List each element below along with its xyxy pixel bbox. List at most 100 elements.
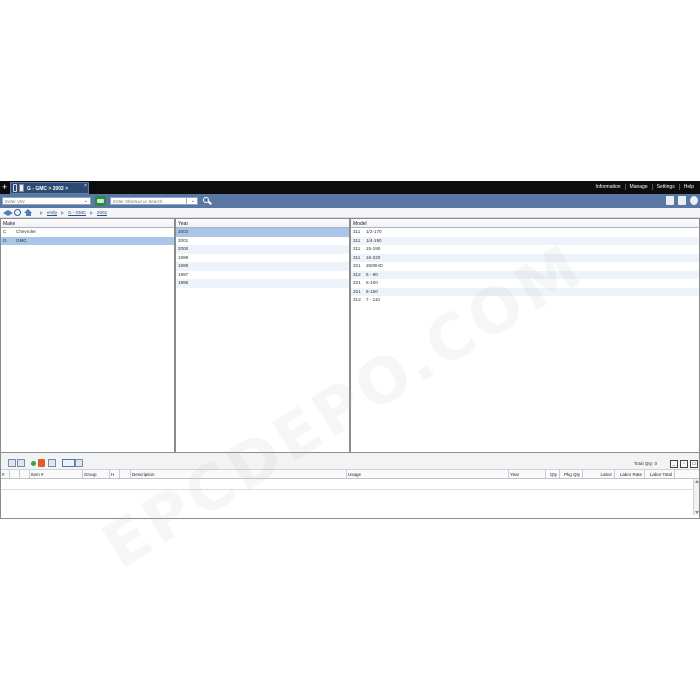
- panel-window-buttons: _ ▫ ▭: [670, 460, 698, 468]
- chevron-right-icon: [90, 210, 94, 215]
- col-labor[interactable]: Labor: [583, 470, 615, 478]
- col-description[interactable]: Description: [131, 470, 347, 478]
- add-icon[interactable]: [31, 461, 36, 466]
- model-name: 1/2-170: [366, 229, 382, 234]
- menu-help[interactable]: Help: [678, 184, 698, 190]
- col-item[interactable]: Item #: [30, 470, 83, 478]
- copy-icon[interactable]: [48, 459, 56, 467]
- search-toolbar: ⌄ ⌄: [0, 194, 700, 208]
- chevron-right-icon: [61, 210, 65, 215]
- make-name: Chevrolet: [16, 229, 36, 234]
- year-value: 2000: [178, 246, 189, 251]
- restore-icon[interactable]: ▫: [680, 460, 688, 468]
- delete-icon[interactable]: [38, 459, 45, 467]
- model-name: 6-150: [366, 288, 378, 294]
- scroll-up-icon[interactable]: [695, 480, 699, 483]
- list-item[interactable]: 1996: [176, 279, 349, 288]
- list-item[interactable]: 2001: [176, 237, 349, 246]
- list-item[interactable]: 321 6-100: [351, 279, 699, 288]
- col-group[interactable]: Group: [83, 470, 110, 478]
- breadcrumb-item[interactable]: emfp: [47, 210, 57, 215]
- vehicle-select-icon[interactable]: [95, 196, 106, 206]
- menu-settings[interactable]: Settings: [651, 184, 679, 190]
- list-item[interactable]: G GMC: [1, 236, 174, 245]
- forward-arrow-icon[interactable]: [8, 210, 13, 216]
- model-name: 7 - 110: [366, 297, 380, 302]
- model-pane: Model 311 1/2-170 311 1/4-190 311 15-190 31…: [350, 218, 700, 453]
- year-value: 1999: [178, 254, 189, 260]
- parts-grid-body: [1, 479, 699, 515]
- close-icon[interactable]: ×: [84, 183, 87, 189]
- col-pkg-qty[interactable]: Pkg Qty: [560, 470, 583, 478]
- tab-vehicle[interactable]: G - GMC > 2002 > ×: [10, 182, 89, 194]
- grid-row-divider: [1, 489, 693, 490]
- col-h[interactable]: H: [110, 470, 120, 478]
- print-icon[interactable]: [75, 459, 83, 467]
- list-item[interactable]: 311 1/2-170: [351, 228, 699, 237]
- menu-information[interactable]: Information: [592, 184, 625, 190]
- col-blank[interactable]: [120, 470, 131, 478]
- model-name: 2500HD: [366, 263, 383, 268]
- col-qty[interactable]: Qty: [546, 470, 560, 478]
- list-item[interactable]: 2002: [176, 228, 349, 237]
- list-item[interactable]: 311 15-190: [351, 245, 699, 254]
- total-qty: Total Qty: 0: [633, 461, 657, 466]
- col-blank[interactable]: [20, 470, 30, 478]
- menu-manage[interactable]: Manage: [624, 184, 652, 190]
- list-item[interactable]: 313 7 - 110: [351, 296, 699, 305]
- help-icon[interactable]: [690, 196, 698, 205]
- vertical-scrollbar[interactable]: [693, 479, 699, 515]
- scroll-down-icon[interactable]: [695, 511, 699, 514]
- breadcrumb: emfp G - GMC 2002: [36, 210, 107, 215]
- edit-icon[interactable]: [8, 459, 16, 467]
- list-item[interactable]: 1997: [176, 271, 349, 280]
- lock-icon[interactable]: [13, 184, 17, 192]
- info-doc-icon[interactable]: [666, 196, 674, 205]
- col-blank[interactable]: [10, 470, 20, 478]
- col-year[interactable]: Year: [509, 470, 546, 478]
- toolbar-right-icons: [666, 196, 698, 205]
- shortcut-search-input[interactable]: [111, 198, 191, 204]
- list-item[interactable]: 321 6-150: [351, 287, 699, 296]
- chevron-right-icon: [40, 210, 43, 215]
- year-value: 1996: [178, 280, 189, 285]
- shortcut-dropdown[interactable]: ⌄: [186, 198, 197, 204]
- col-labor-rate[interactable]: Labor Rate: [615, 470, 645, 478]
- list-item[interactable]: 311 1/4-190: [351, 236, 699, 245]
- vin-input[interactable]: [3, 198, 83, 204]
- list-item[interactable]: 2000: [176, 245, 349, 254]
- list-item[interactable]: 312 5 - 90: [351, 270, 699, 279]
- email-icon[interactable]: [62, 459, 75, 467]
- print-icon[interactable]: [678, 196, 686, 205]
- model-header: Model: [351, 219, 699, 228]
- maximize-icon[interactable]: ▭: [690, 460, 698, 468]
- history-icon[interactable]: [14, 209, 21, 216]
- new-tab-plus-icon[interactable]: +: [2, 182, 7, 192]
- parts-grid-header: # Item # Group H Description Usage Year …: [1, 470, 699, 479]
- year-header: Year: [176, 219, 349, 228]
- top-bar: + G - GMC > 2002 > × Information Manage …: [0, 181, 700, 194]
- breadcrumb-item[interactable]: 2002: [97, 210, 107, 215]
- minimize-icon[interactable]: _: [670, 460, 678, 468]
- list-item[interactable]: 311 16-220: [351, 253, 699, 262]
- model-name: 15-190: [366, 246, 381, 251]
- col-number[interactable]: #: [1, 470, 10, 478]
- list-item[interactable]: 321 2500HD: [351, 262, 699, 271]
- breadcrumb-item[interactable]: G - GMC: [68, 210, 86, 215]
- col-labor-total[interactable]: Labor Total: [645, 470, 675, 478]
- make-name: GMC: [16, 237, 27, 243]
- list-item[interactable]: 1999: [176, 254, 349, 263]
- list-item[interactable]: 1998: [176, 262, 349, 271]
- home-icon[interactable]: [24, 209, 32, 216]
- chevron-down-icon[interactable]: ⌄: [84, 198, 88, 204]
- make-header: Make: [1, 219, 174, 228]
- list-item[interactable]: C Chevrolet: [1, 228, 174, 237]
- top-menu: Information Manage Settings Help: [592, 184, 698, 190]
- col-usage[interactable]: Usage: [347, 470, 509, 478]
- shortcut-field-wrap: ⌄: [110, 197, 198, 205]
- model-code: 313: [353, 297, 361, 302]
- parts-list-panel: Total Qty: 0 _ ▫ ▭ # Item # Group H Desc…: [0, 453, 700, 519]
- model-code: 311: [353, 254, 361, 260]
- search-icon[interactable]: [202, 196, 212, 206]
- save-icon[interactable]: [17, 459, 25, 467]
